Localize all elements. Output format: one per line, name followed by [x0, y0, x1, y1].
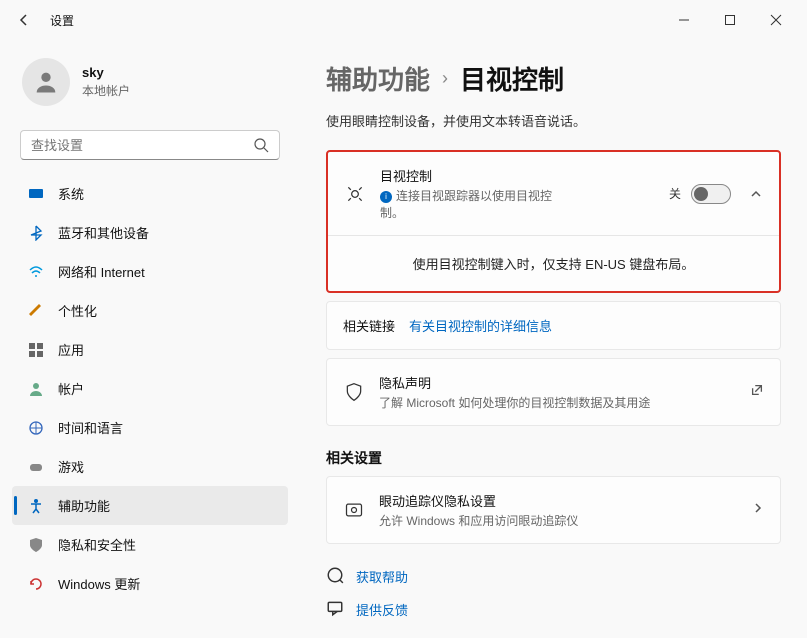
shield-icon	[28, 537, 44, 553]
keyboard-layout-note: 使用目视控制键入时，仅支持 EN-US 键盘布局。	[328, 236, 779, 291]
breadcrumb: 辅助功能 › 目视控制	[326, 60, 781, 97]
system-icon	[28, 186, 44, 202]
give-feedback-link[interactable]: 提供反馈	[326, 599, 781, 620]
eye-control-title: 目视控制	[380, 166, 655, 185]
person-icon	[32, 68, 60, 96]
content-area: 辅助功能 › 目视控制 使用眼睛控制设备，并使用文本转语音说话。 目视控制 i连…	[300, 40, 807, 638]
window-title: 设置	[50, 12, 74, 29]
eye-control-info-link[interactable]: 有关目视控制的详细信息	[409, 316, 552, 335]
nav-item-accounts[interactable]: 帐户	[12, 369, 288, 408]
get-help-link[interactable]: 获取帮助	[326, 566, 781, 587]
maximize-icon	[724, 14, 736, 26]
nav-item-time-language[interactable]: 时间和语言	[12, 408, 288, 447]
arrow-left-icon	[16, 12, 32, 28]
eye-control-icon	[344, 183, 366, 205]
page-title: 目视控制	[460, 60, 564, 97]
user-name: sky	[82, 65, 130, 80]
eye-tracker-icon	[343, 499, 365, 521]
nav-list: 系统 蓝牙和其他设备 网络和 Internet 个性化 应用 帐户	[12, 174, 288, 603]
gaming-icon	[28, 459, 44, 475]
minimize-icon	[678, 14, 690, 26]
nav-item-gaming[interactable]: 游戏	[12, 447, 288, 486]
user-account-type: 本地帐户	[82, 82, 130, 99]
chevron-right-icon: ›	[442, 68, 448, 89]
search-icon	[253, 137, 269, 153]
shield-outline-icon	[343, 381, 365, 403]
profile[interactable]: sky 本地帐户	[12, 50, 288, 122]
eye-control-toggle[interactable]	[691, 184, 731, 204]
nav-item-accessibility[interactable]: 辅助功能	[12, 486, 288, 525]
nav-label: 网络和 Internet	[58, 262, 145, 281]
accessibility-icon	[28, 498, 44, 514]
nav-label: 帐户	[58, 379, 84, 398]
update-icon	[28, 576, 44, 592]
nav-label: 游戏	[58, 457, 84, 476]
highlighted-region: 目视控制 i连接目视跟踪器以使用目视控制。 关 使用目视控制键入时，仅	[326, 150, 781, 293]
nav-label: 系统	[58, 184, 84, 203]
toggle-state-label: 关	[669, 185, 681, 202]
info-icon: i	[380, 191, 392, 203]
nav-label: 时间和语言	[58, 418, 123, 437]
chevron-right-icon	[752, 501, 764, 519]
eye-tracker-title: 眼动追踪仪隐私设置	[379, 491, 738, 510]
related-settings-heading: 相关设置	[326, 448, 781, 468]
feedback-icon	[326, 599, 344, 620]
brush-icon	[28, 303, 44, 319]
nav-item-privacy[interactable]: 隐私和安全性	[12, 525, 288, 564]
nav-item-apps[interactable]: 应用	[12, 330, 288, 369]
eye-tracker-subtitle: 允许 Windows 和应用访问眼动追踪仪	[379, 512, 738, 529]
help-icon	[326, 566, 344, 587]
breadcrumb-parent[interactable]: 辅助功能	[326, 60, 430, 97]
privacy-subtitle: 了解 Microsoft 如何处理你的目视控制数据及其用途	[379, 394, 736, 411]
nav-label: 蓝牙和其他设备	[58, 223, 149, 242]
minimize-button[interactable]	[661, 4, 707, 36]
nav-label: 辅助功能	[58, 496, 110, 515]
search-input[interactable]	[31, 138, 253, 153]
chevron-up-icon	[750, 188, 762, 200]
sidebar: sky 本地帐户 系统 蓝牙和其他设备 网络和 Internet	[0, 40, 300, 638]
bluetooth-icon	[28, 225, 44, 241]
account-icon	[28, 381, 44, 397]
nav-label: 隐私和安全性	[58, 535, 136, 554]
apps-icon	[28, 342, 44, 358]
nav-item-network[interactable]: 网络和 Internet	[12, 252, 288, 291]
nav-label: 应用	[58, 340, 84, 359]
eye-tracker-privacy-card[interactable]: 眼动追踪仪隐私设置 允许 Windows 和应用访问眼动追踪仪	[326, 476, 781, 544]
back-button[interactable]	[8, 4, 40, 36]
expand-button[interactable]	[749, 187, 763, 201]
nav-label: 个性化	[58, 301, 97, 320]
globe-icon	[28, 420, 44, 436]
page-description: 使用眼睛控制设备，并使用文本转语音说话。	[326, 111, 781, 130]
maximize-button[interactable]	[707, 4, 753, 36]
search-box[interactable]	[20, 130, 280, 160]
close-icon	[770, 14, 782, 26]
related-links-label: 相关链接	[343, 316, 395, 335]
avatar	[22, 58, 70, 106]
nav-item-bluetooth[interactable]: 蓝牙和其他设备	[12, 213, 288, 252]
eye-control-setting-row[interactable]: 目视控制 i连接目视跟踪器以使用目视控制。 关	[328, 152, 779, 235]
nav-item-system[interactable]: 系统	[12, 174, 288, 213]
eye-control-subtitle: 连接目视跟踪器以使用目视控制。	[380, 189, 552, 220]
wifi-icon	[28, 264, 44, 280]
close-button[interactable]	[753, 4, 799, 36]
related-links-row: 相关链接 有关目视控制的详细信息	[326, 301, 781, 350]
privacy-title: 隐私声明	[379, 373, 736, 392]
nav-label: Windows 更新	[58, 574, 140, 593]
nav-item-windows-update[interactable]: Windows 更新	[12, 564, 288, 603]
nav-item-personalization[interactable]: 个性化	[12, 291, 288, 330]
open-external-icon	[750, 383, 764, 402]
privacy-statement-card[interactable]: 隐私声明 了解 Microsoft 如何处理你的目视控制数据及其用途	[326, 358, 781, 426]
